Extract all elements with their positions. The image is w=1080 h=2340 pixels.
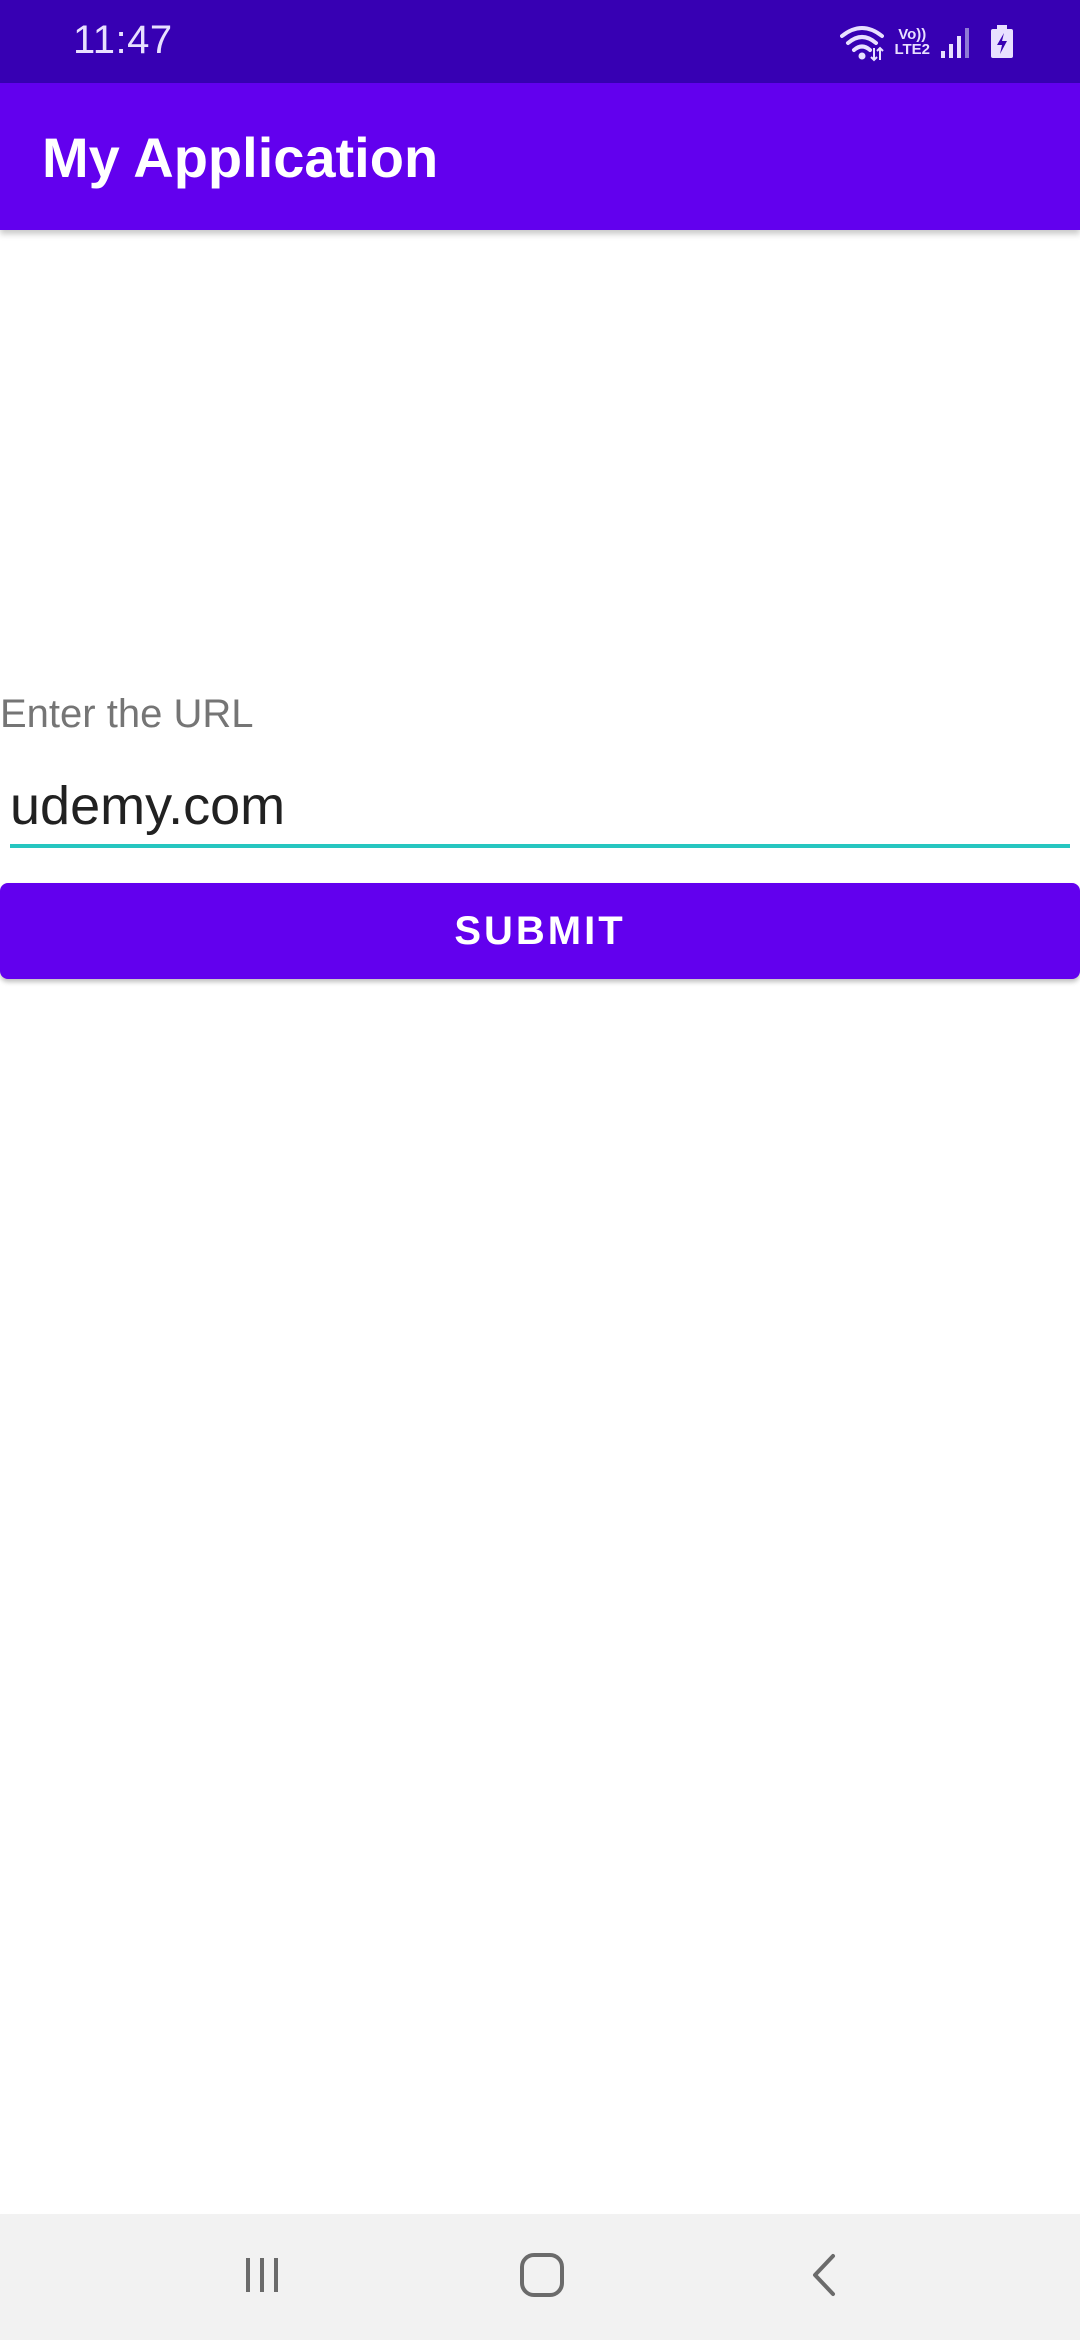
signal-icon <box>940 25 970 59</box>
home-icon <box>519 2252 565 2303</box>
recent-apps-icon <box>240 2255 284 2300</box>
wifi-icon <box>840 22 885 62</box>
volte-icon: Vo)) LTE2 <box>894 27 930 57</box>
status-time: 11:47 <box>73 18 173 62</box>
url-input[interactable] <box>10 766 1070 846</box>
volte-top-text: Vo)) <box>898 26 927 43</box>
status-icons: Vo)) LTE2 <box>840 20 1014 64</box>
submit-button[interactable]: SUBMIT <box>0 883 1080 979</box>
url-label: Enter the URL <box>0 692 254 736</box>
url-input-underline <box>10 844 1070 848</box>
app-bar: My Application <box>0 83 1080 230</box>
status-bar: 11:47 Vo)) LTE2 <box>0 0 1080 83</box>
app-title: My Application <box>42 126 439 189</box>
back-button[interactable] <box>786 2239 862 2315</box>
back-icon <box>807 2252 841 2303</box>
nav-bar <box>0 2214 1080 2340</box>
url-field <box>10 766 1070 850</box>
volte-bottom-text: LTE2 <box>894 41 930 58</box>
battery-charging-icon <box>990 25 1014 59</box>
recent-apps-button[interactable] <box>224 2239 300 2315</box>
screen: 11:47 Vo)) LTE2 My Application Enter the… <box>0 0 1080 2340</box>
home-button[interactable] <box>504 2239 580 2315</box>
